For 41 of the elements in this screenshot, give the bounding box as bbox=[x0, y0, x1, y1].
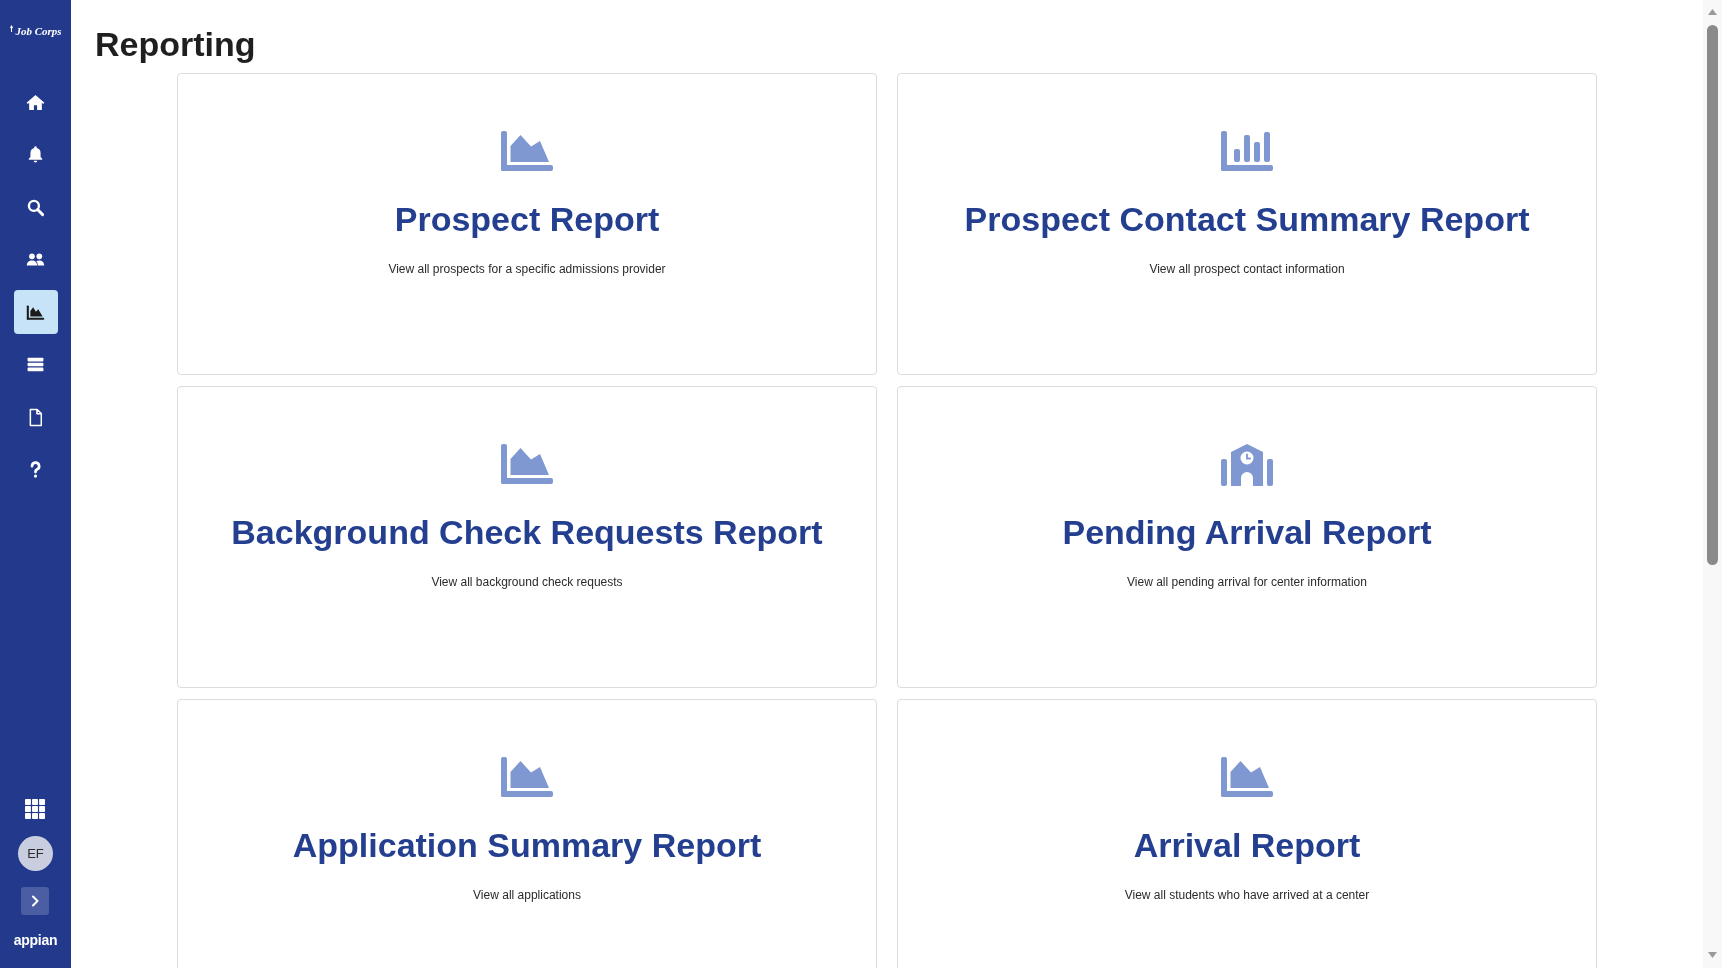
building-clock-icon bbox=[1221, 444, 1273, 486]
report-title: Arrival Report bbox=[1133, 825, 1361, 866]
user-avatar[interactable]: EF bbox=[18, 836, 53, 871]
report-description: View all prospect contact information bbox=[1149, 261, 1345, 278]
report-title: Prospect Report bbox=[394, 199, 660, 240]
report-card[interactable]: Application Summary Report View all applications bbox=[177, 699, 877, 968]
report-title: Application Summary Report bbox=[292, 825, 762, 866]
report-card[interactable]: Prospect Contact Summary Report View all prospect contact information bbox=[897, 73, 1597, 375]
stacked-rows-icon bbox=[26, 355, 45, 374]
scrollbar[interactable] bbox=[1703, 0, 1722, 968]
area-chart-icon bbox=[501, 444, 553, 486]
logo-mark-icon bbox=[9, 25, 15, 32]
report-title: Background Check Requests Report bbox=[231, 512, 823, 553]
bell-icon bbox=[26, 145, 45, 164]
report-card[interactable]: Arrival Report View all students who have arrived at a center bbox=[897, 699, 1597, 968]
report-description: View all applications bbox=[473, 887, 581, 904]
expand-sidebar-button[interactable] bbox=[21, 887, 50, 915]
report-card[interactable]: Background Check Requests Report View all background check requests bbox=[177, 386, 877, 688]
report-description: View all background check requests bbox=[431, 574, 623, 591]
bar-chart-icon bbox=[1221, 131, 1273, 173]
report-description: View all students who have arrived at a center bbox=[1124, 887, 1370, 904]
report-description: View all prospects for a specific admissions provider bbox=[388, 261, 666, 278]
search-icon bbox=[26, 197, 45, 217]
scrollbar-thumb[interactable] bbox=[1707, 25, 1718, 565]
home-icon bbox=[26, 92, 45, 112]
area-chart-icon bbox=[501, 757, 553, 799]
report-title: Prospect Contact Summary Report bbox=[964, 199, 1530, 240]
area-chart-icon bbox=[1221, 757, 1273, 799]
report-title: Pending Arrival Report bbox=[1062, 512, 1432, 553]
report-description: View all pending arrival for center information bbox=[1127, 574, 1367, 591]
scroll-up-arrow-icon bbox=[1708, 9, 1717, 15]
apps-grid-icon[interactable] bbox=[25, 799, 46, 819]
report-card[interactable]: Pending Arrival Report View all pending arrival for center information bbox=[897, 386, 1597, 688]
sidebar-nav-button[interactable] bbox=[13, 290, 58, 334]
brand-text: appian bbox=[13, 931, 58, 949]
scroll-down-arrow-icon bbox=[1708, 952, 1717, 958]
report-card[interactable]: Prospect Report View all prospects for a specific admissions provider bbox=[177, 73, 877, 375]
page-title: Reporting bbox=[95, 24, 257, 65]
logo-text: Job Corps bbox=[15, 24, 62, 38]
area-chart-icon bbox=[26, 302, 45, 322]
area-chart-icon bbox=[501, 131, 553, 173]
